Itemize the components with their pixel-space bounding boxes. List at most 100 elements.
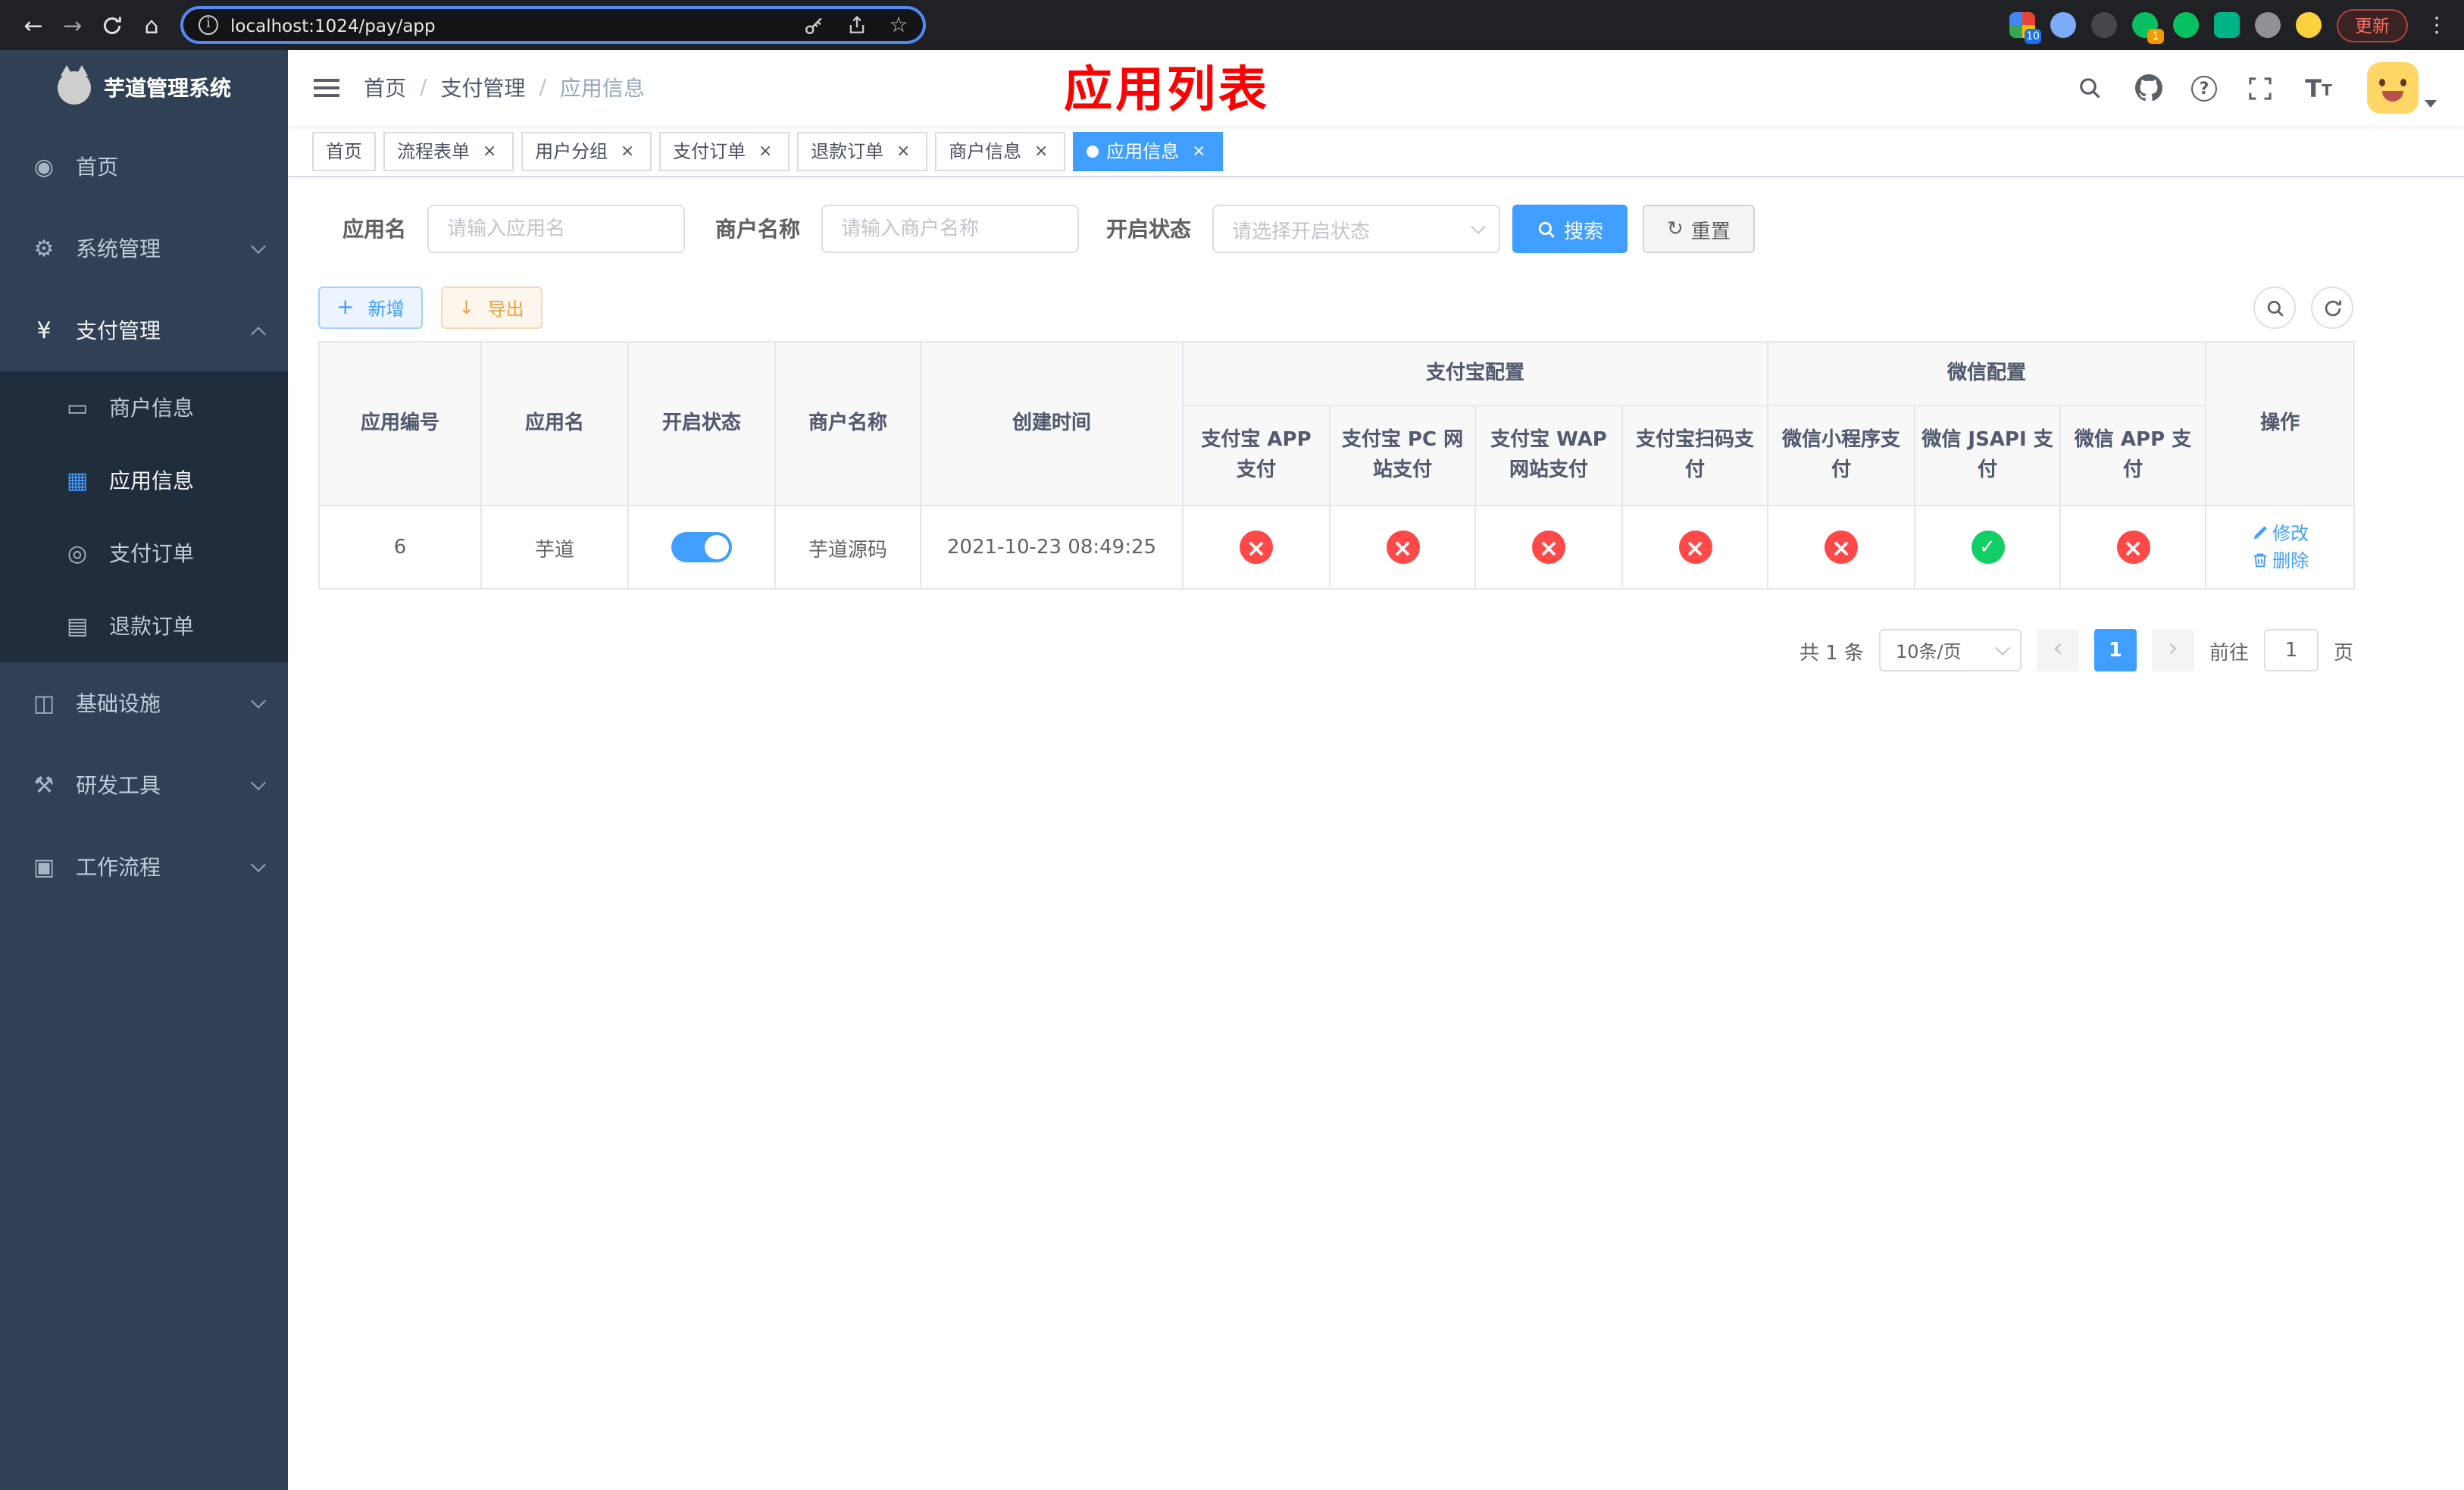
tab-pay-orders[interactable]: 支付订单 (659, 131, 790, 171)
address-bar[interactable]: localhost:1024/pay/app ☆ (180, 6, 926, 44)
column-header-alipay-pc: 支付宝 PC 网站支付 (1329, 405, 1476, 506)
column-header-create-time: 创建时间 (920, 341, 1184, 506)
tab-merchant-info[interactable]: 商户信息 (935, 131, 1066, 171)
edit-button[interactable]: 修改 (2251, 520, 2309, 546)
search-icon[interactable] (2073, 71, 2106, 105)
breadcrumb: 首页 支付管理 应用信息 (364, 73, 645, 103)
goto-page-input[interactable] (2263, 629, 2319, 671)
sidebar-item-system[interactable]: ⚙ 系统管理 (0, 208, 288, 290)
column-header-actions: 操作 (2205, 341, 2356, 506)
user-avatar[interactable] (2367, 62, 2437, 114)
table-row: 6 芋道 芋道源码 2021-10-23 08:49:25 × × × × × … (318, 505, 2356, 590)
status-select[interactable]: 请选择开启状态 (1212, 205, 1500, 253)
column-group-alipay: 支付宝配置 (1181, 341, 1769, 406)
sidebar-item-home[interactable]: ◉ 首页 (0, 126, 288, 208)
site-info-icon[interactable] (199, 15, 218, 35)
cell-alipay-qr (1621, 505, 1769, 590)
delete-button[interactable]: 删除 (2251, 547, 2309, 573)
browser-toolbar: ← → ⌂ localhost:1024/pay/app ☆ 10 1 (0, 0, 2464, 50)
extension-icon-dark[interactable] (2091, 12, 2117, 38)
status-toggle[interactable] (671, 532, 732, 562)
toggle-search-button[interactable] (2253, 286, 2296, 329)
sidebar-item-dev-tools[interactable]: ⚒ 研发工具 (0, 744, 288, 826)
back-icon[interactable]: ← (14, 5, 53, 45)
url-text[interactable]: localhost:1024/pay/app (230, 14, 786, 36)
close-circle-icon (1240, 531, 1273, 564)
extension-icon-green-1[interactable]: 1 (2132, 12, 2164, 44)
font-size-icon[interactable] (2302, 71, 2335, 105)
sidebar-item-infrastructure[interactable]: ◫ 基础设施 (0, 662, 288, 744)
tab-home[interactable]: 首页 (312, 131, 377, 171)
password-key-icon[interactable] (799, 10, 829, 40)
tab-close-icon[interactable] (479, 140, 500, 161)
right-toolbar (2253, 286, 2353, 329)
prev-page-button[interactable] (2036, 629, 2079, 671)
tab-close-icon[interactable] (893, 140, 914, 161)
sidebar-item-payment[interactable]: ¥ 支付管理 (0, 290, 288, 371)
close-circle-icon (1532, 531, 1565, 564)
goto-label: 前往 (2209, 642, 2249, 665)
goto-unit: 页 (2333, 642, 2353, 665)
refresh-table-button[interactable] (2311, 286, 2353, 329)
sidebar-item-workflow[interactable]: ▣ 工作流程 (0, 826, 288, 908)
box-icon: ▣ (33, 853, 55, 881)
search-button[interactable]: 搜索 (1512, 205, 1628, 253)
tab-close-icon[interactable] (617, 140, 638, 161)
page-size-select[interactable]: 10条/页 (1878, 629, 2022, 671)
export-button[interactable]: 导出 (440, 286, 543, 329)
browser-menu-icon[interactable] (2423, 13, 2450, 37)
page-content: 应用名 商户名称 开启状态 请选择开启状态 搜索 (288, 177, 2464, 1490)
tab-close-icon[interactable] (1030, 140, 1052, 161)
forward-icon[interactable]: → (53, 5, 92, 45)
chrome-update-button[interactable]: 更新 (2337, 8, 2408, 42)
sidebar-item-merchant-info[interactable]: ▭ 商户信息 (0, 371, 288, 444)
help-icon[interactable] (2191, 75, 2217, 101)
breadcrumb-home[interactable]: 首页 (364, 73, 406, 103)
chevron-down-icon (1471, 219, 1486, 234)
hamburger-icon[interactable] (288, 50, 364, 126)
edit-icon (2253, 526, 2266, 540)
status-label: 开启状态 (1106, 218, 1191, 243)
sidebar-item-app-info[interactable]: ▦ 应用信息 (0, 444, 288, 517)
bookmark-star-icon[interactable]: ☆ (883, 10, 914, 40)
breadcrumb-current: 应用信息 (559, 77, 645, 102)
add-button[interactable]: 新增 (318, 286, 423, 329)
next-page-button[interactable] (2151, 629, 2194, 671)
extension-icon-colorful[interactable]: 10 (2009, 12, 2041, 44)
github-icon[interactable] (2132, 71, 2165, 105)
app-name-label: 应用名 (342, 218, 406, 243)
tools-icon: ⚒ (33, 772, 55, 799)
logo-image (57, 65, 90, 105)
tab-user-group[interactable]: 用户分组 (521, 131, 652, 171)
merchant-name-input[interactable] (821, 205, 1079, 253)
tab-close-icon[interactable] (1188, 140, 1209, 161)
extension-icon-green-2[interactable] (2173, 12, 2199, 38)
sidebar-item-pay-orders[interactable]: ◎ 支付订单 (0, 517, 288, 590)
home-icon[interactable]: ⌂ (132, 5, 171, 45)
credit-card-icon: ▭ (66, 394, 89, 421)
fullscreen-icon[interactable] (2243, 71, 2276, 105)
reset-button[interactable]: 重置 (1643, 205, 1755, 253)
page-number-button[interactable]: 1 (2093, 629, 2137, 671)
extension-icon-teal[interactable] (2214, 12, 2240, 38)
breadcrumb-section[interactable]: 支付管理 (440, 73, 525, 103)
column-header-status: 开启状态 (627, 341, 776, 506)
column-header-wechat-mini: 微信小程序支付 (1767, 405, 1916, 506)
reload-icon[interactable] (92, 5, 132, 45)
chevron-up-icon (251, 326, 266, 341)
app-logo[interactable]: 芋道管理系统 (0, 50, 288, 126)
browser-profile-avatar[interactable] (2296, 12, 2322, 38)
tab-process-form[interactable]: 流程表单 (383, 131, 514, 171)
column-header-alipay-qr: 支付宝扫码支付 (1621, 405, 1769, 506)
extension-icon-pin[interactable] (2255, 12, 2281, 38)
tab-close-icon[interactable] (755, 140, 776, 161)
share-icon[interactable] (841, 10, 871, 40)
cell-app-name: 芋道 (480, 505, 629, 590)
app-name-input[interactable] (427, 205, 685, 253)
breadcrumb-separator (539, 76, 546, 100)
tab-app-info[interactable]: 应用信息 (1073, 131, 1224, 171)
extension-icon-blue-drop[interactable] (2050, 12, 2076, 38)
filter-form: 应用名 商户名称 开启状态 请选择开启状态 搜索 (318, 205, 2353, 253)
tab-refund-orders[interactable]: 退款订单 (797, 131, 928, 171)
sidebar-item-refund-orders[interactable]: ▤ 退款订单 (0, 590, 288, 662)
